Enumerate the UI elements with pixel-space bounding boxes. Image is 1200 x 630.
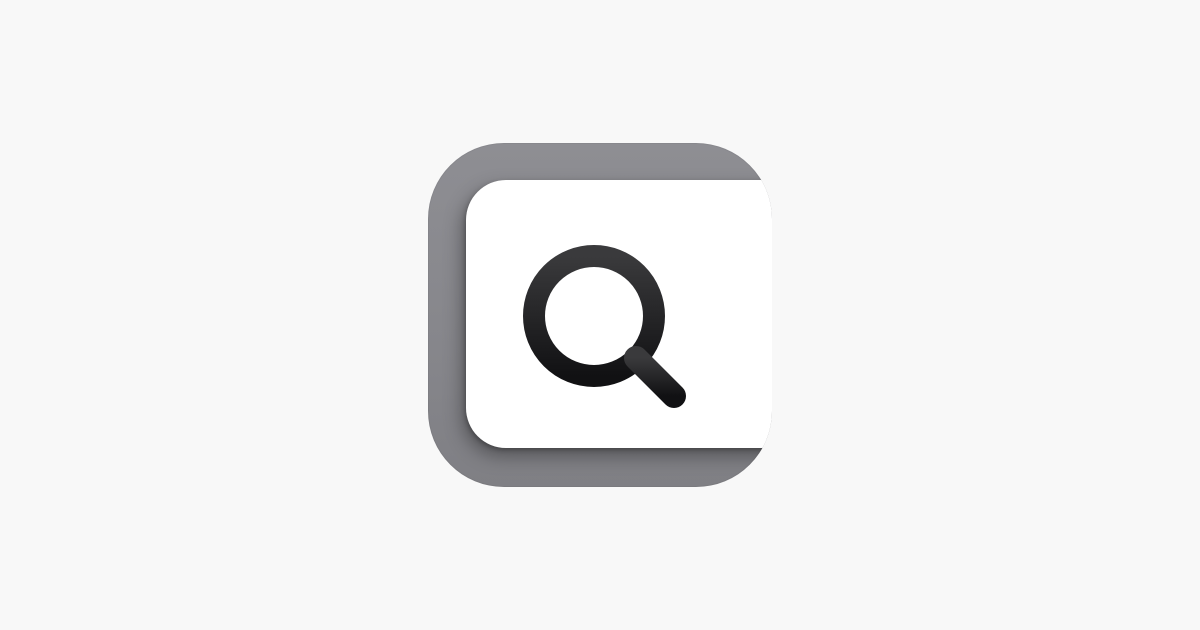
app-icon[interactable]: [428, 143, 772, 487]
magnifying-glass-icon: [523, 245, 686, 408]
app-store-banner: [0, 0, 1200, 630]
search-field-card: [466, 180, 772, 448]
